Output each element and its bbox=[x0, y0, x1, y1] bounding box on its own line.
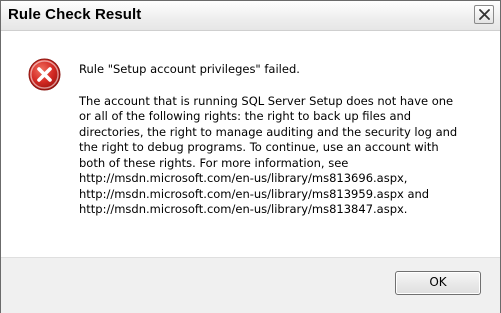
failure-heading: Rule "Setup account privileges" failed. bbox=[79, 62, 300, 76]
detail-line: the right to debug programs. To continue… bbox=[79, 140, 439, 154]
detail-line: http://msdn.microsoft.com/en-us/library/… bbox=[79, 186, 430, 201]
detail-line: both of these rights. For more informati… bbox=[79, 155, 349, 170]
dialog-title: Rule Check Result bbox=[8, 6, 142, 23]
ok-button[interactable]: OK bbox=[395, 271, 481, 295]
detail-line: The account that is running SQL Server S… bbox=[79, 93, 454, 108]
detail-line: http://msdn.microsoft.com/en-us/library/… bbox=[79, 202, 408, 216]
detail-line: or all of the following rights: the righ… bbox=[79, 109, 412, 123]
close-icon bbox=[479, 9, 490, 20]
dialog-body: Rule "Setup account privileges" failed. … bbox=[1, 31, 500, 257]
button-bar: OK bbox=[1, 257, 500, 313]
error-icon bbox=[28, 58, 61, 91]
detail-line: http://msdn.microsoft.com/en-us/library/… bbox=[79, 171, 408, 185]
detail-line: directories, the right to manage auditin… bbox=[79, 124, 458, 139]
rule-check-dialog: Rule Check Result Rule "Setup account pr… bbox=[0, 0, 501, 313]
close-button[interactable] bbox=[474, 5, 494, 24]
title-bar[interactable]: Rule Check Result bbox=[1, 1, 500, 31]
message-text: Rule "Setup account privileges" failed. … bbox=[79, 62, 489, 218]
